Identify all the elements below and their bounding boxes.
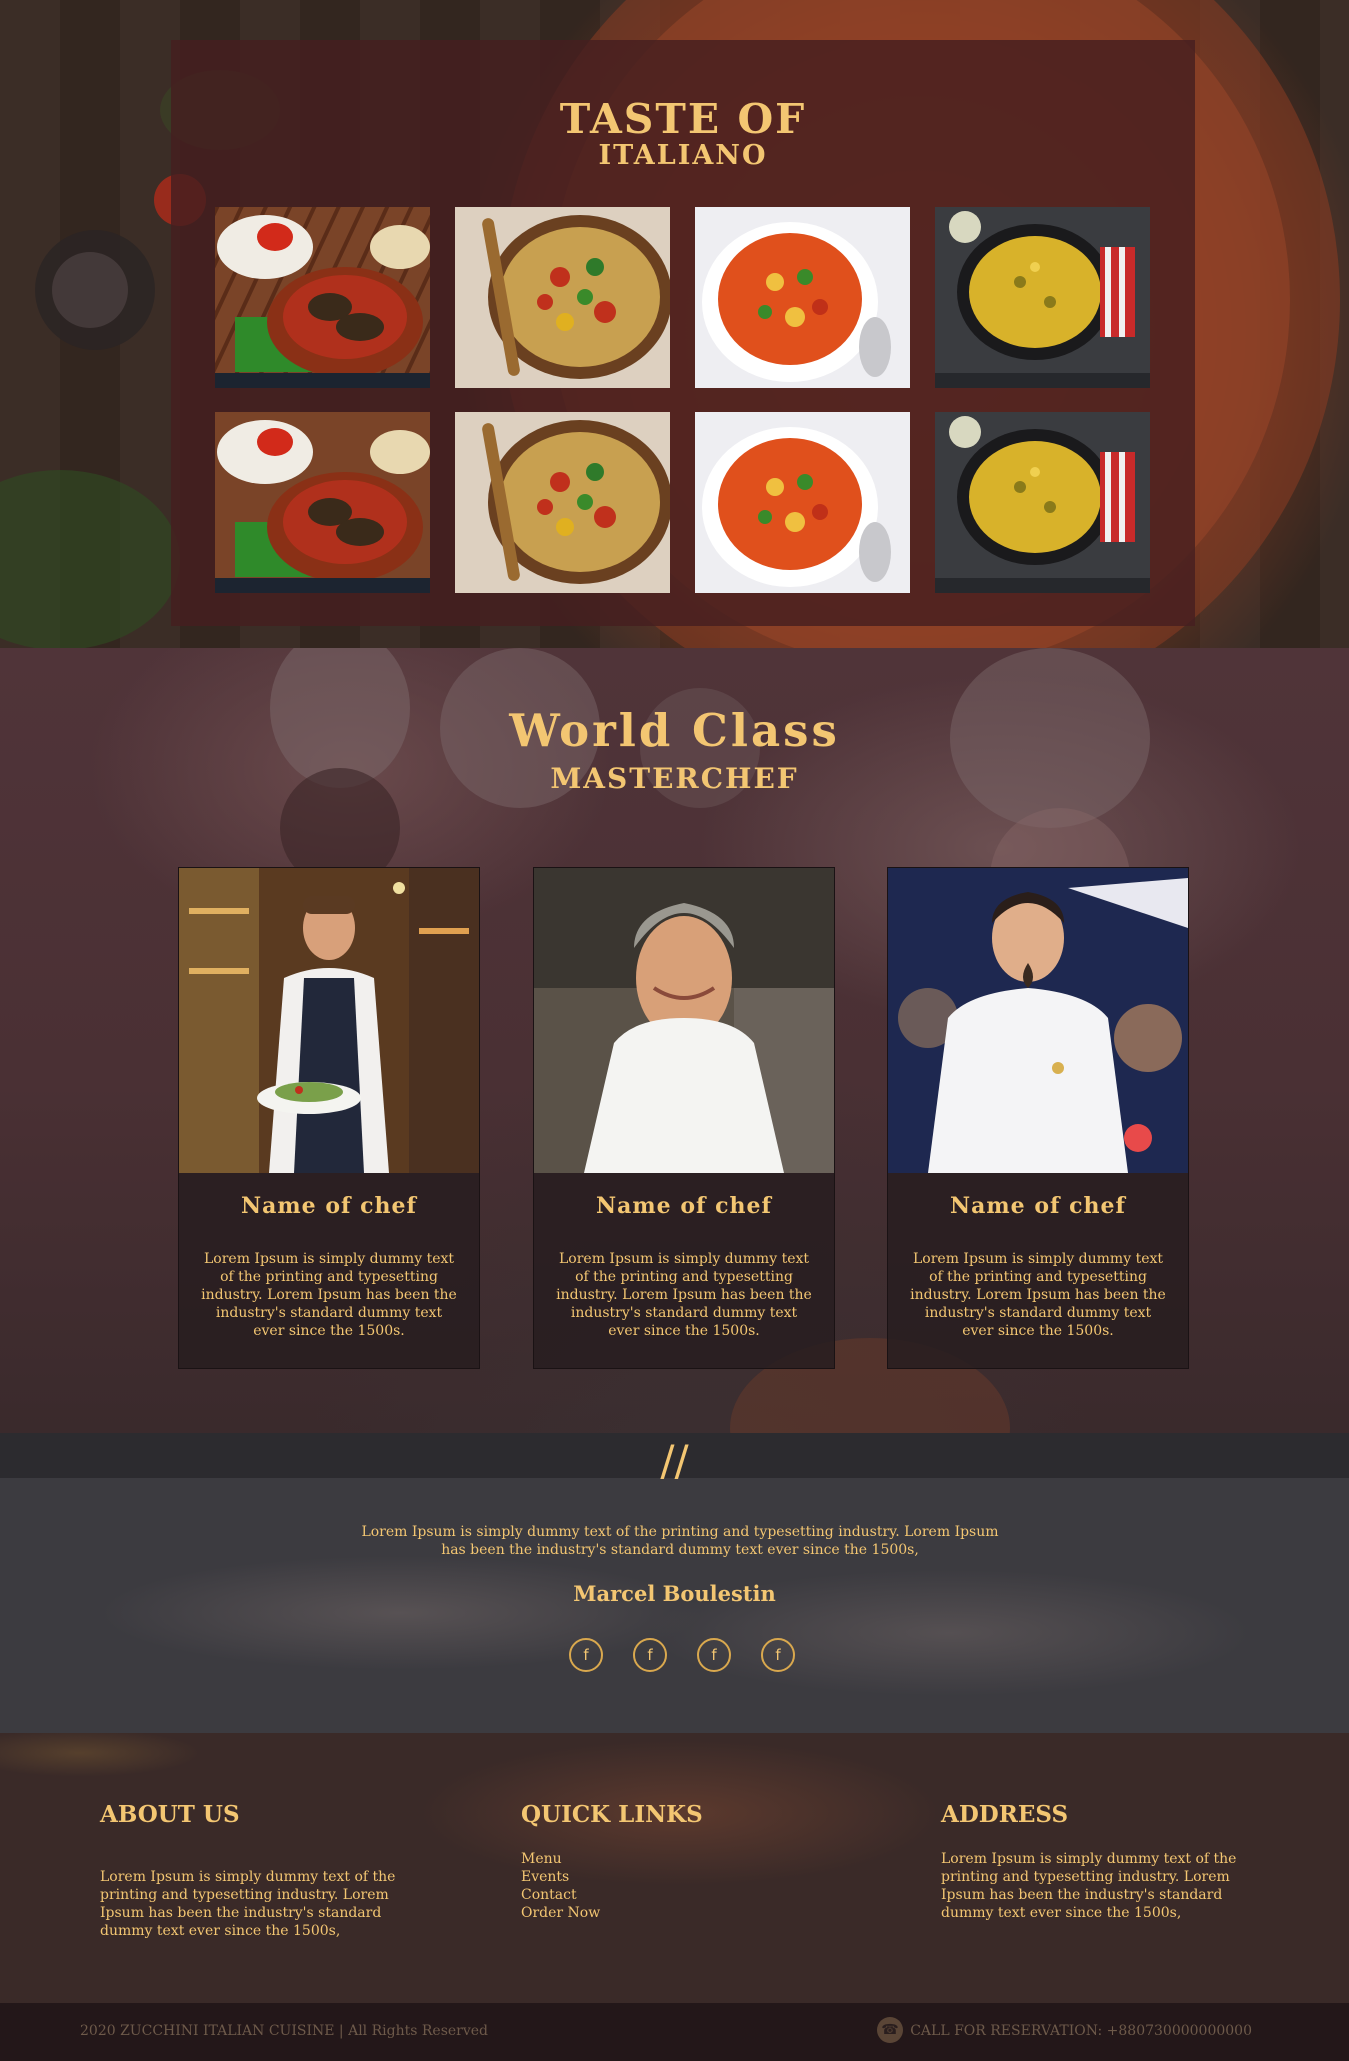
copyright-text: 2020 ZUCCHINI ITALIAN CUISINE | All Righ… [80,2023,489,2039]
masterchef-section: World Class MASTERCHEF Name of chef Lore… [0,648,1349,1433]
chef-name: Name of chef [596,1193,772,1219]
footer-links-list: Menu Events Contact Order Now [521,1850,861,1922]
bottom-bar: 2020 ZUCCHINI ITALIAN CUISINE | All Righ… [0,2003,1349,2061]
chef-name: Name of chef [241,1193,417,1219]
gallery-image-paella[interactable] [935,207,1150,388]
footer-about-title: ABOUT US [100,1801,240,1828]
gallery-image-pasta-bowl[interactable] [455,207,670,388]
facebook-icon[interactable]: f [761,1638,795,1672]
footer-links-title: QUICK LINKS [521,1801,703,1828]
footer-link-menu[interactable]: Menu [521,1850,861,1868]
chef-card[interactable]: Name of chef Lorem Ipsum is simply dummy… [887,867,1189,1369]
taste-panel: TASTE OF ITALIANO [171,40,1195,626]
chef-name: Name of chef [950,1193,1126,1219]
masterchef-title: World Class [509,704,840,757]
taste-section: TASTE OF ITALIANO [0,0,1349,648]
footer-link-contact[interactable]: Contact [521,1886,861,1904]
footer-about: ABOUT US Lorem Ipsum is simply dummy tex… [100,1801,440,1940]
gallery-image-stuffed-rolls[interactable] [215,412,430,593]
footer-address-text: Lorem Ipsum is simply dummy text of the … [941,1851,1237,1921]
footer-section: ABOUT US Lorem Ipsum is simply dummy tex… [0,1733,1349,2003]
chef-card[interactable]: Name of chef Lorem Ipsum is simply dummy… [533,867,835,1369]
gallery-image-stuffed-rolls[interactable] [215,207,430,388]
testimonial-section: // Lorem Ipsum is simply dummy text of t… [0,1433,1349,1733]
gallery-image-paella[interactable] [935,412,1150,593]
testimonial-text: Lorem Ipsum is simply dummy text of the … [361,1524,999,1558]
footer-quick-links: QUICK LINKS Menu Events Contact Order No… [521,1801,861,1922]
gallery-image-minestrone[interactable] [695,412,910,593]
phone-icon: ☎ [877,2017,903,2043]
footer-address-title: ADDRESS [941,1801,1069,1828]
facebook-icon[interactable]: f [569,1638,603,1672]
chef-photo [179,868,479,1173]
taste-title: TASTE OF [559,95,807,143]
chef-description: Lorem Ipsum is simply dummy text of the … [556,1251,812,1339]
facebook-icon[interactable]: f [633,1638,667,1672]
gallery-image-pasta-bowl[interactable] [455,412,670,593]
footer-about-text: Lorem Ipsum is simply dummy text of the … [100,1869,396,1939]
footer-address: ADDRESS Lorem Ipsum is simply dummy text… [941,1801,1281,1922]
chef-description: Lorem Ipsum is simply dummy text of the … [910,1251,1166,1339]
chef-card[interactable]: Name of chef Lorem Ipsum is simply dummy… [178,867,480,1369]
chef-photo [888,868,1188,1173]
reservation-phone[interactable]: CALL FOR RESERVATION: +880730000000000 [910,2023,1252,2039]
taste-subtitle: ITALIANO [598,140,768,171]
quote-mark-icon: // [660,1436,689,1485]
facebook-icon[interactable]: f [697,1638,731,1672]
chef-description: Lorem Ipsum is simply dummy text of the … [201,1251,457,1339]
testimonial-author: Marcel Boulestin [573,1581,776,1606]
footer-link-order-now[interactable]: Order Now [521,1904,861,1922]
footer-link-events[interactable]: Events [521,1868,861,1886]
masterchef-subtitle: MASTERCHEF [550,762,799,795]
chef-photo [534,868,834,1173]
gallery-image-minestrone[interactable] [695,207,910,388]
